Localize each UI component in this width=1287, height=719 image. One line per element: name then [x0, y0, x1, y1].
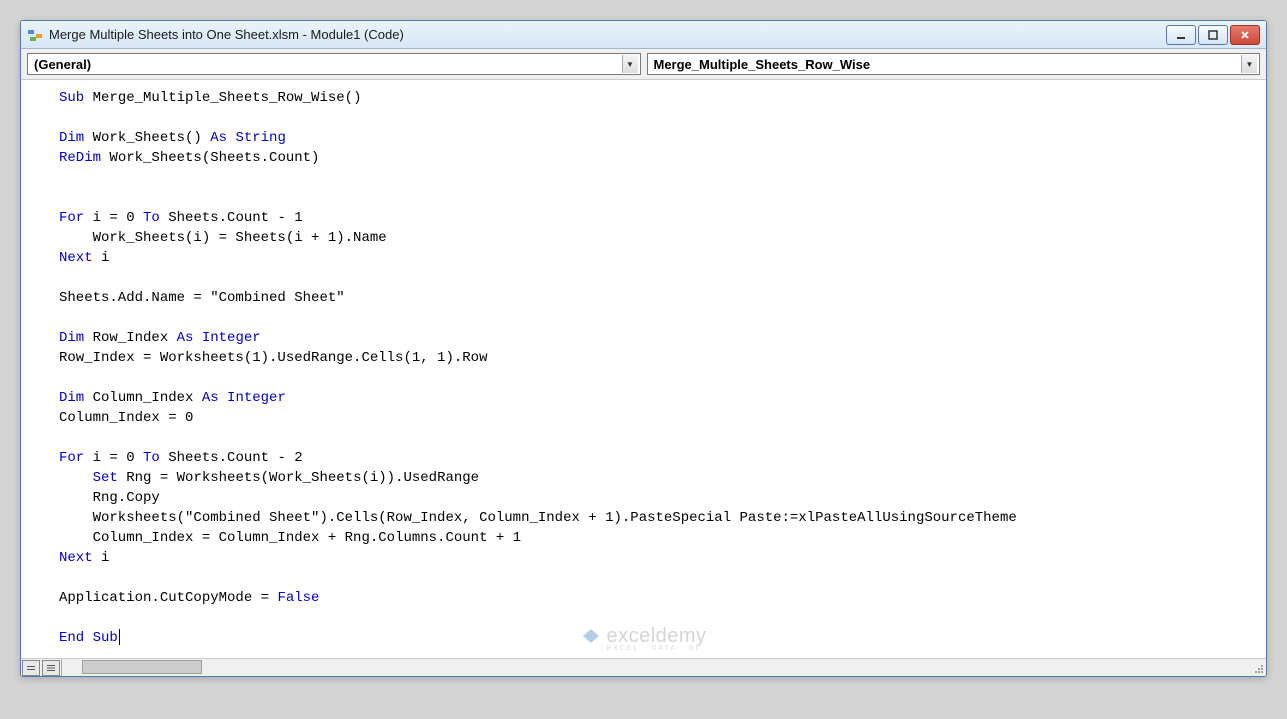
procedure-dropdown-value: Merge_Multiple_Sheets_Row_Wise: [654, 57, 871, 72]
code-window: Merge Multiple Sheets into One Sheet.xls…: [20, 20, 1267, 677]
window-controls: [1166, 25, 1260, 45]
titlebar[interactable]: Merge Multiple Sheets into One Sheet.xls…: [21, 21, 1266, 49]
view-buttons: [21, 659, 62, 677]
code-editor[interactable]: Sub Merge_Multiple_Sheets_Row_Wise() Dim…: [21, 80, 1266, 658]
procedure-dropdown[interactable]: Merge_Multiple_Sheets_Row_Wise ▼: [647, 53, 1261, 75]
dropdown-row: (General) ▼ Merge_Multiple_Sheets_Row_Wi…: [21, 49, 1266, 80]
horizontal-scrollbar[interactable]: [64, 660, 1248, 676]
window-title: Merge Multiple Sheets into One Sheet.xls…: [49, 27, 1166, 42]
code-container: Sub Merge_Multiple_Sheets_Row_Wise() Dim…: [21, 80, 1266, 676]
close-button[interactable]: [1230, 25, 1260, 45]
chevron-down-icon: ▼: [1241, 55, 1257, 73]
bottom-bar: [21, 658, 1266, 676]
app-icon: [27, 27, 43, 43]
object-dropdown[interactable]: (General) ▼: [27, 53, 641, 75]
minimize-button[interactable]: [1166, 25, 1196, 45]
object-dropdown-value: (General): [34, 57, 91, 72]
full-module-view-button[interactable]: [42, 660, 60, 676]
maximize-button[interactable]: [1198, 25, 1228, 45]
resize-grip-icon[interactable]: [1250, 660, 1266, 676]
procedure-view-button[interactable]: [22, 660, 40, 676]
chevron-down-icon: ▼: [622, 55, 638, 73]
scrollbar-thumb[interactable]: [82, 660, 202, 674]
